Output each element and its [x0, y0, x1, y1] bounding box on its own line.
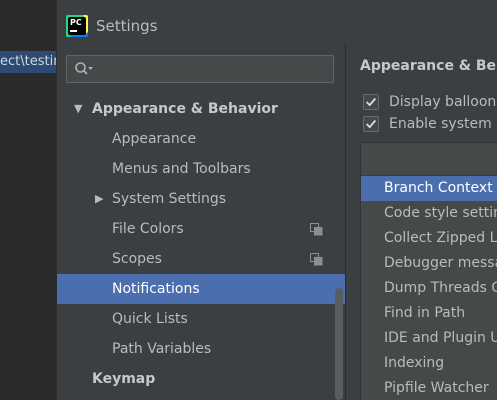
tree-item-keymap[interactable]: Keymap — [57, 364, 345, 394]
notification-groups-table: Branch Context gCode style settingCollec… — [360, 142, 497, 400]
project-copy-icon — [310, 253, 323, 266]
table-row[interactable]: Find in Path — [361, 301, 497, 326]
tree-item-path-variables[interactable]: Path Variables — [57, 334, 345, 364]
checkbox-label: Enable system no — [389, 116, 497, 132]
table-row[interactable]: Collect Zipped Lo — [361, 226, 497, 251]
table-row[interactable]: Dump Threads Gr — [361, 276, 497, 301]
tree-item-notifications[interactable]: Notifications — [57, 274, 345, 304]
tree-item-label: Appearance — [112, 131, 197, 147]
project-copy-icon — [310, 223, 323, 236]
tree-item-menus-and-toolbars[interactable]: Menus and Toolbars — [57, 154, 345, 184]
checkbox[interactable] — [363, 94, 379, 110]
tree-item-system-settings[interactable]: ▶ System Settings — [57, 184, 345, 214]
tree-item-label: File Colors — [112, 221, 184, 237]
tree-item-label: Notifications — [112, 281, 200, 297]
table-row[interactable]: IDE and Plugin Up — [361, 326, 497, 351]
table-row[interactable]: Pipfile Watcher — [361, 376, 497, 400]
settings-dialog: PC Settings ▼ Appearance & Behavior Appear… — [56, 0, 497, 400]
section-title: Appearance & Beha — [360, 58, 497, 74]
tree-item-label: Keymap — [92, 371, 156, 387]
table-row[interactable]: Branch Context g — [361, 176, 497, 201]
table-row[interactable]: Debugger messa — [361, 251, 497, 276]
tree-scrollbar[interactable] — [335, 288, 343, 400]
search-icon[interactable] — [74, 61, 94, 77]
app-icon-text: PC — [70, 18, 82, 27]
dialog-titlebar[interactable]: PC Settings — [57, 0, 497, 44]
tree-item-quick-lists[interactable]: Quick Lists — [57, 304, 345, 334]
tree-item-appearance[interactable]: Appearance — [57, 124, 345, 154]
app-icon-bar — [70, 30, 77, 32]
pycharm-app-icon: PC — [68, 17, 86, 35]
tree-item-scopes[interactable]: Scopes — [57, 244, 345, 274]
dialog-title: Settings — [96, 17, 158, 35]
table-row[interactable]: Code style setting — [361, 201, 497, 226]
tree-item-label: Path Variables — [112, 341, 212, 357]
table-header — [361, 143, 497, 176]
expanded-arrow-icon[interactable]: ▼ — [74, 94, 88, 124]
settings-search-input[interactable] — [66, 55, 334, 83]
collapsed-arrow-icon[interactable]: ▶ — [95, 184, 109, 214]
checkbox-label: Display balloon — [389, 94, 497, 110]
tree-item-file-colors[interactable]: File Colors — [57, 214, 345, 244]
checkmark-icon — [366, 97, 377, 107]
tree-item-appearance-behavior[interactable]: ▼ Appearance & Behavior — [57, 94, 345, 124]
background-path-text: ect\testin — [0, 51, 56, 73]
notifications-panel: Appearance & Beha Display balloon Enable … — [346, 44, 497, 400]
settings-tree-panel: ▼ Appearance & Behavior Appearance Menus an… — [57, 44, 345, 400]
tree-item-label: Appearance & Behavior — [92, 101, 278, 117]
tree-item-label: Scopes — [112, 251, 162, 267]
checkbox[interactable] — [363, 116, 379, 132]
tree-item-label: Quick Lists — [112, 311, 188, 327]
table-row[interactable]: Indexing — [361, 351, 497, 376]
tree-item-label: System Settings — [112, 191, 227, 207]
checkmark-icon — [366, 119, 377, 129]
tree-item-label: Menus and Toolbars — [112, 161, 251, 177]
